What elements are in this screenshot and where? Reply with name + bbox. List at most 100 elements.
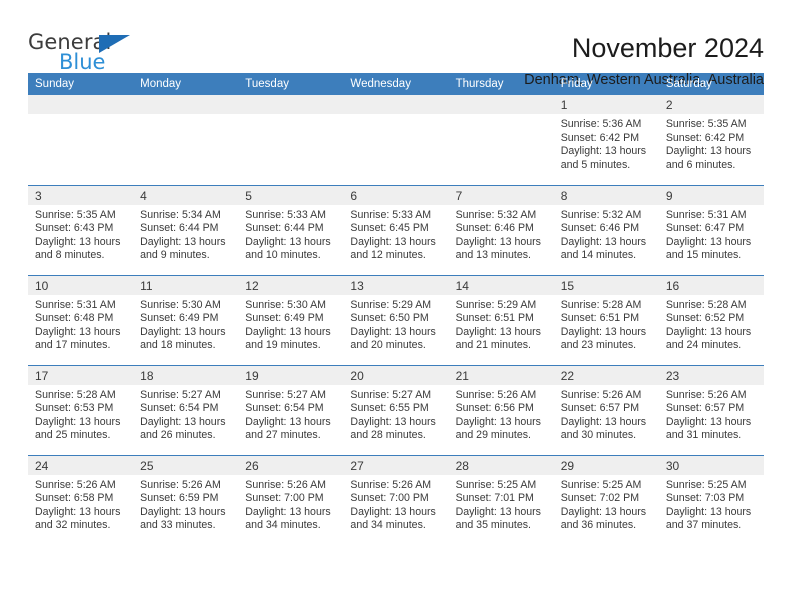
calendar-week-row: 1 Sunrise: 5:36 AM Sunset: 6:42 PM Daylight… bbox=[28, 95, 764, 185]
day-number bbox=[133, 95, 239, 114]
sunset-text: Sunset: 6:56 PM bbox=[455, 402, 534, 415]
sunset-text: Sunset: 6:44 PM bbox=[245, 222, 324, 235]
sunrise-text: Sunrise: 5:27 AM bbox=[245, 388, 326, 401]
calendar-day-cell[interactable]: 24 Sunrise: 5:26 AM Sunset: 6:58 PM Dayligh… bbox=[28, 454, 134, 545]
sunrise-text: Sunrise: 5:26 AM bbox=[35, 478, 116, 491]
sunset-text: Sunset: 6:54 PM bbox=[245, 402, 324, 415]
calendar-day-cell[interactable]: 13 Sunrise: 5:29 AM Sunset: 6:50 PM Dayligh… bbox=[343, 274, 449, 365]
calendar-day-cell[interactable]: 30 Sunrise: 5:25 AM Sunset: 7:03 PM Dayligh… bbox=[658, 454, 764, 545]
calendar-day-cell[interactable]: 2 Sunrise: 5:35 AM Sunset: 6:42 PM Daylight… bbox=[658, 95, 764, 185]
day-details: Sunrise: 5:26 AM Sunset: 6:57 PM Daylight:… bbox=[554, 385, 659, 443]
day-details: Sunrise: 5:34 AM Sunset: 6:44 PM Daylight:… bbox=[133, 205, 238, 263]
sunset-text: Sunset: 6:53 PM bbox=[35, 402, 114, 415]
day-details: Sunrise: 5:25 AM Sunset: 7:03 PM Daylight:… bbox=[659, 475, 764, 533]
daylight-text: Daylight: 13 hours and 8 minutes. bbox=[35, 235, 121, 262]
sunrise-text: Sunrise: 5:27 AM bbox=[350, 388, 432, 401]
sunrise-text: Sunrise: 5:30 AM bbox=[140, 298, 221, 311]
daylight-text: Daylight: 13 hours and 34 minutes. bbox=[245, 505, 331, 532]
calendar-day-cell[interactable]: 10 Sunrise: 5:31 AM Sunset: 6:48 PM Dayligh… bbox=[28, 274, 134, 365]
page-title: November 2024 bbox=[571, 33, 764, 63]
calendar-day-cell[interactable]: 26 Sunrise: 5:26 AM Sunset: 7:00 PM Dayligh… bbox=[238, 454, 344, 545]
day-number bbox=[343, 95, 449, 114]
day-number bbox=[28, 95, 134, 114]
daylight-text: Daylight: 13 hours and 32 minutes. bbox=[35, 505, 121, 532]
day-number: 13 bbox=[343, 275, 449, 295]
sunset-text: Sunset: 7:01 PM bbox=[455, 492, 534, 505]
daylight-text: Daylight: 13 hours and 19 minutes. bbox=[245, 325, 331, 352]
day-details: Sunrise: 5:30 AM Sunset: 6:49 PM Daylight:… bbox=[238, 295, 343, 353]
calendar-day-cell[interactable]: 11 Sunrise: 5:30 AM Sunset: 6:49 PM Dayligh… bbox=[133, 274, 239, 365]
day-details: Sunrise: 5:27 AM Sunset: 6:54 PM Daylight:… bbox=[238, 385, 343, 443]
day-number: 19 bbox=[238, 365, 344, 385]
sunrise-text: Sunrise: 5:32 AM bbox=[560, 208, 642, 221]
calendar-day-cell[interactable]: 6 Sunrise: 5:33 AM Sunset: 6:45 PM Daylight… bbox=[343, 184, 449, 275]
daylight-text: Daylight: 13 hours and 33 minutes. bbox=[140, 505, 226, 532]
calendar-day-cell[interactable]: 15 Sunrise: 5:28 AM Sunset: 6:51 PM Dayligh… bbox=[553, 274, 659, 365]
calendar-day-cell-empty bbox=[343, 95, 449, 185]
sunset-text: Sunset: 6:55 PM bbox=[350, 402, 429, 415]
daylight-text: Daylight: 13 hours and 28 minutes. bbox=[350, 415, 436, 442]
sunrise-text: Sunrise: 5:30 AM bbox=[245, 298, 326, 311]
calendar-day-cell[interactable]: 18 Sunrise: 5:27 AM Sunset: 6:54 PM Dayligh… bbox=[133, 364, 239, 455]
sunset-text: Sunset: 6:51 PM bbox=[560, 312, 640, 325]
daylight-text: Daylight: 13 hours and 14 minutes. bbox=[560, 235, 647, 262]
day-number: 29 bbox=[553, 455, 659, 475]
day-number: 8 bbox=[553, 185, 659, 205]
day-details: Sunrise: 5:26 AM Sunset: 6:56 PM Daylight:… bbox=[449, 385, 554, 443]
day-details: Sunrise: 5:29 AM Sunset: 6:50 PM Daylight:… bbox=[343, 295, 448, 353]
daylight-text: Daylight: 13 hours and 5 minutes. bbox=[560, 145, 647, 171]
calendar-day-cell[interactable]: 17 Sunrise: 5:28 AM Sunset: 6:53 PM Dayligh… bbox=[28, 364, 134, 455]
calendar-day-cell[interactable]: 16 Sunrise: 5:28 AM Sunset: 6:52 PM Dayligh… bbox=[658, 274, 764, 365]
calendar-day-cell[interactable]: 23 Sunrise: 5:26 AM Sunset: 6:57 PM Dayligh… bbox=[658, 364, 764, 455]
calendar-day-cell[interactable]: 7 Sunrise: 5:32 AM Sunset: 6:46 PM Daylight… bbox=[448, 184, 554, 275]
calendar-day-cell[interactable]: 14 Sunrise: 5:29 AM Sunset: 6:51 PM Dayligh… bbox=[448, 274, 554, 365]
sunrise-text: Sunrise: 5:26 AM bbox=[245, 478, 326, 491]
daylight-text: Daylight: 13 hours and 23 minutes. bbox=[560, 325, 647, 352]
calendar-day-cell-empty bbox=[238, 95, 344, 185]
calendar-week-row: 17 Sunrise: 5:28 AM Sunset: 6:53 PM Dayligh… bbox=[28, 364, 764, 455]
day-number: 4 bbox=[133, 185, 239, 205]
calendar-day-cell[interactable]: 28 Sunrise: 5:25 AM Sunset: 7:01 PM Dayligh… bbox=[448, 454, 554, 545]
sunrise-text: Sunrise: 5:26 AM bbox=[350, 478, 432, 491]
daylight-text: Daylight: 13 hours and 20 minutes. bbox=[350, 325, 436, 352]
calendar-day-cell[interactable]: 4 Sunrise: 5:34 AM Sunset: 6:44 PM Daylight… bbox=[133, 184, 239, 275]
sunset-text: Sunset: 6:58 PM bbox=[35, 492, 114, 505]
calendar-day-cell[interactable]: 5 Sunrise: 5:33 AM Sunset: 6:44 PM Daylight… bbox=[238, 184, 344, 275]
day-details: Sunrise: 5:28 AM Sunset: 6:51 PM Daylight:… bbox=[554, 295, 659, 353]
day-details: Sunrise: 5:30 AM Sunset: 6:49 PM Daylight:… bbox=[133, 295, 238, 353]
sunset-text: Sunset: 6:52 PM bbox=[665, 312, 745, 325]
daylight-text: Daylight: 13 hours and 36 minutes. bbox=[560, 505, 647, 532]
sunrise-text: Sunrise: 5:29 AM bbox=[350, 298, 432, 311]
calendar-day-cell[interactable]: 9 Sunrise: 5:31 AM Sunset: 6:47 PM Daylight… bbox=[658, 184, 764, 275]
calendar-day-cell[interactable]: 3 Sunrise: 5:35 AM Sunset: 6:43 PM Daylight… bbox=[28, 184, 134, 275]
day-details: Sunrise: 5:26 AM Sunset: 7:00 PM Daylight:… bbox=[238, 475, 343, 533]
calendar-day-cell[interactable]: 20 Sunrise: 5:27 AM Sunset: 6:55 PM Dayligh… bbox=[343, 364, 449, 455]
calendar-day-cell[interactable]: 12 Sunrise: 5:30 AM Sunset: 6:49 PM Dayligh… bbox=[238, 274, 344, 365]
calendar-day-cell[interactable]: 25 Sunrise: 5:26 AM Sunset: 6:59 PM Dayligh… bbox=[133, 454, 239, 545]
sunset-text: Sunset: 6:57 PM bbox=[665, 402, 745, 415]
day-number bbox=[448, 95, 554, 114]
calendar-day-cell[interactable]: 22 Sunrise: 5:26 AM Sunset: 6:57 PM Dayligh… bbox=[553, 364, 659, 455]
day-number: 21 bbox=[448, 365, 554, 385]
calendar-grid: Sunday Monday Tuesday Wednesday Thursday… bbox=[28, 73, 764, 545]
day-details: Sunrise: 5:28 AM Sunset: 6:52 PM Daylight:… bbox=[659, 295, 764, 353]
day-number: 23 bbox=[658, 365, 764, 385]
day-number: 3 bbox=[28, 185, 134, 205]
calendar-day-cell[interactable]: 19 Sunrise: 5:27 AM Sunset: 6:54 PM Dayligh… bbox=[238, 364, 344, 455]
weekday-header-wednesday: Wednesday bbox=[343, 73, 449, 95]
calendar-day-cell[interactable]: 29 Sunrise: 5:25 AM Sunset: 7:02 PM Dayligh… bbox=[553, 454, 659, 545]
sunset-text: Sunset: 6:48 PM bbox=[35, 312, 114, 325]
day-details: Sunrise: 5:35 AM Sunset: 6:43 PM Daylight:… bbox=[28, 205, 133, 263]
day-number: 14 bbox=[448, 275, 554, 295]
daylight-text: Daylight: 13 hours and 27 minutes. bbox=[245, 415, 331, 442]
day-details: Sunrise: 5:32 AM Sunset: 6:46 PM Daylight:… bbox=[449, 205, 554, 263]
calendar-day-cell-empty bbox=[448, 95, 554, 185]
sunrise-text: Sunrise: 5:28 AM bbox=[560, 298, 642, 311]
calendar-day-cell[interactable]: 21 Sunrise: 5:26 AM Sunset: 6:56 PM Dayligh… bbox=[448, 364, 554, 455]
daylight-text: Daylight: 13 hours and 35 minutes. bbox=[455, 505, 541, 532]
calendar-day-cell[interactable]: 8 Sunrise: 5:32 AM Sunset: 6:46 PM Daylight… bbox=[553, 184, 659, 275]
calendar-day-cell[interactable]: 1 Sunrise: 5:36 AM Sunset: 6:42 PM Daylight… bbox=[553, 95, 659, 185]
day-number: 22 bbox=[553, 365, 659, 385]
calendar-day-cell[interactable]: 27 Sunrise: 5:26 AM Sunset: 7:00 PM Dayligh… bbox=[343, 454, 449, 545]
daylight-text: Daylight: 13 hours and 34 minutes. bbox=[350, 505, 436, 532]
